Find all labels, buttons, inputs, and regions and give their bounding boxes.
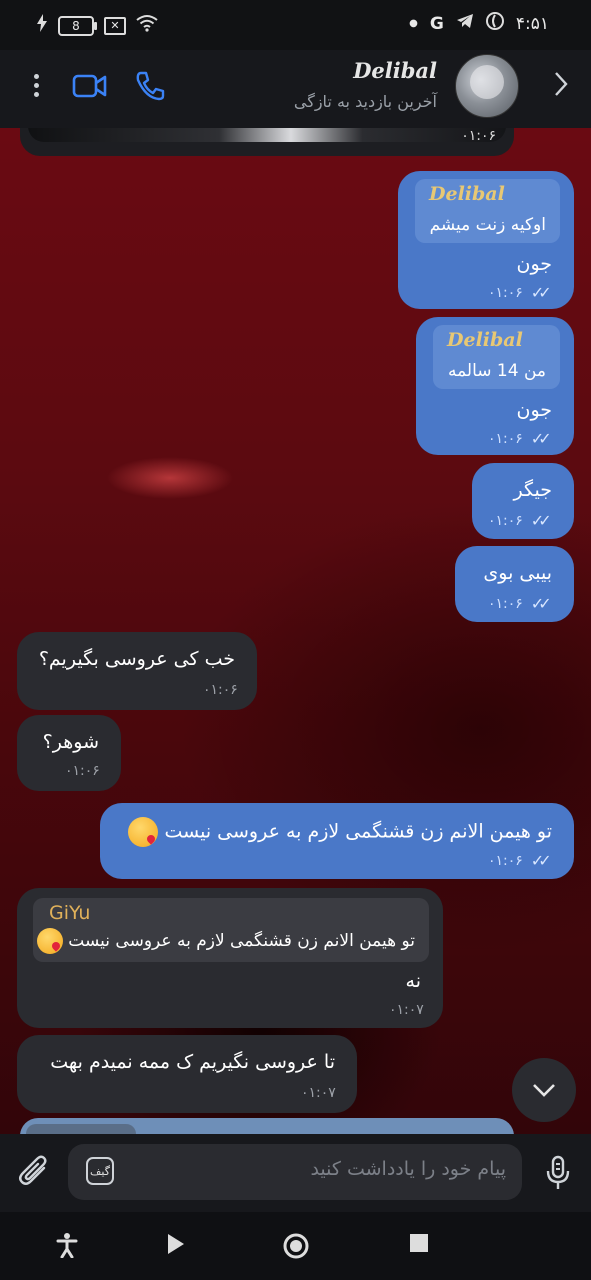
more-options-icon[interactable] [26,70,46,102]
message-bubble-incoming[interactable]: شوهر؟ ۰۱:۰۶ [17,715,121,791]
media-message-partial[interactable] [20,1118,514,1134]
message-text: جون [516,253,552,275]
chevron-right-icon[interactable] [553,70,569,102]
video-call-icon[interactable] [72,72,108,104]
kissing-emoji-icon [36,928,63,954]
reply-preview[interactable]: Delibal اوکیه زنت میشم [415,179,560,243]
message-text-content: تو هیمن الانم زن قشنگمی لازم به عروسی نی… [164,820,552,843]
kissing-emoji-icon [128,817,159,847]
message-text: تو هیمن الانم زن قشنگمی لازم به عروسی نی… [128,817,552,847]
no-sim-icon: ✕ [104,16,126,35]
media-message[interactable]: ۰۱:۰۶ [20,128,514,156]
clock: ۴:۵۱ [515,13,549,34]
read-ticks-icon: ✓✓ [530,283,552,302]
reply-text: اوکیه زنت میشم [429,215,546,235]
read-ticks-icon: ✓✓ [530,429,552,448]
message-time: ۰۱:۰۶ [203,682,238,698]
message-text: نه [405,970,421,992]
message-meta: ۰۱:۰۷ [389,1002,424,1018]
message-time: ۰۱:۰۶ [488,595,523,612]
message-bubble-incoming[interactable]: تا عروسی نگیریم ک ممه نمیدم بهت ۰۱:۰۷ [17,1035,357,1113]
app-notification-icon [485,12,504,35]
system-nav-bar [0,1212,591,1280]
reply-text: من 14 سالمه [447,361,546,381]
back-play-icon[interactable] [166,1232,186,1260]
home-icon[interactable] [282,1232,310,1264]
read-ticks-icon: ✓✓ [530,851,552,870]
reply-author: GiYu [49,902,91,924]
wifi-icon [136,14,158,37]
reply-text: تو هیمن الانم زن قشنگمی لازم به عروسی نی… [36,928,415,954]
attach-icon[interactable] [18,1154,52,1194]
message-text: خب کی عروسی بگیریم؟ [38,648,235,670]
message-time: ۰۱:۰۶ [488,430,523,447]
message-time: ۰۱:۰۷ [389,1002,424,1018]
message-meta: ۰۱:۰۶ ✓✓ [488,511,552,530]
message-placeholder: پیام خود را یادداشت کنید [310,1158,506,1180]
google-icon: G [429,13,444,34]
message-bubble-outgoing[interactable]: Delibal من 14 سالمه جون ۰۱:۰۶ ✓✓ [416,317,574,455]
status-bar: 8 ✕ ● G ۴:۵۱ [0,0,591,50]
message-bubble-outgoing[interactable]: جیگر ۰۱:۰۶ ✓✓ [472,463,574,539]
message-time: ۰۱:۰۶ [461,128,496,144]
reply-author: Delibal [447,329,523,351]
message-meta: ۰۱:۰۶ ✓✓ [488,594,552,613]
message-bubble-outgoing[interactable]: Delibal اوکیه زنت میشم جون ۰۱:۰۶ ✓✓ [398,171,574,309]
message-input-bar: گیف پیام خود را یادداشت کنید [0,1134,591,1212]
message-text: جون [516,399,552,421]
dot-icon: ● [409,18,418,29]
charging-icon [36,14,48,37]
message-text: شوهر؟ [42,731,99,753]
reply-preview[interactable]: GiYu تو هیمن الانم زن قشنگمی لازم به عرو… [33,898,429,962]
message-text: تا عروسی نگیریم ک ممه نمیدم بهت [50,1051,335,1073]
telegram-icon [456,13,474,34]
message-input[interactable]: گیف پیام خود را یادداشت کنید [68,1144,522,1200]
reply-author: Delibal [429,183,505,205]
message-bubble-incoming[interactable]: خب کی عروسی بگیریم؟ ۰۱:۰۶ [17,632,257,710]
avatar[interactable] [455,54,519,118]
voice-call-icon[interactable] [134,70,166,106]
message-meta: ۰۱:۰۶ [65,763,100,779]
message-time: ۰۱:۰۶ [488,512,523,529]
message-meta: ۰۱:۰۶ [203,682,238,698]
read-ticks-icon: ✓✓ [530,511,552,530]
message-time: ۰۱:۰۶ [488,284,523,301]
chevron-down-icon [533,1084,555,1097]
message-meta: ۰۱:۰۶ ✓✓ [488,283,552,302]
message-meta: ۰۱:۰۶ ✓✓ [488,429,552,448]
chat-header: Delibal آخرین بازدید به تازگی [0,50,591,129]
reply-preview[interactable]: Delibal من 14 سالمه [433,325,560,389]
accessibility-icon[interactable] [56,1232,78,1262]
battery-indicator: 8 [58,15,97,36]
chat-area[interactable]: ۰۱:۰۶ Delibal اوکیه زنت میشم جون ۰۱:۰۶ ✓… [0,128,591,1134]
recents-icon[interactable] [408,1232,430,1258]
message-bubble-outgoing[interactable]: تو هیمن الانم زن قشنگمی لازم به عروسی نی… [100,803,574,879]
message-time: ۰۱:۰۷ [301,1085,336,1101]
message-bubble-incoming[interactable]: GiYu تو هیمن الانم زن قشنگمی لازم به عرو… [17,888,443,1028]
message-bubble-outgoing[interactable]: بیبی بوی ۰۱:۰۶ ✓✓ [455,546,574,622]
message-meta: ۰۱:۰۷ [301,1085,336,1101]
chat-title[interactable]: Delibal [353,58,437,83]
message-time: ۰۱:۰۶ [65,763,100,779]
scroll-down-button[interactable] [512,1058,576,1122]
message-text: بیبی بوی [483,562,552,584]
gif-button[interactable]: گیف [86,1157,114,1185]
message-text: جیگر [513,479,552,501]
microphone-icon[interactable] [545,1154,571,1196]
media-thumbnail [28,128,506,142]
read-ticks-icon: ✓✓ [530,594,552,613]
reply-text-content: تو هیمن الانم زن قشنگمی لازم به عروسی نی… [68,931,415,951]
last-seen-status: آخرین بازدید به تازگی [293,92,437,111]
message-meta: ۰۱:۰۶ ✓✓ [488,851,552,870]
message-time: ۰۱:۰۶ [488,852,523,869]
